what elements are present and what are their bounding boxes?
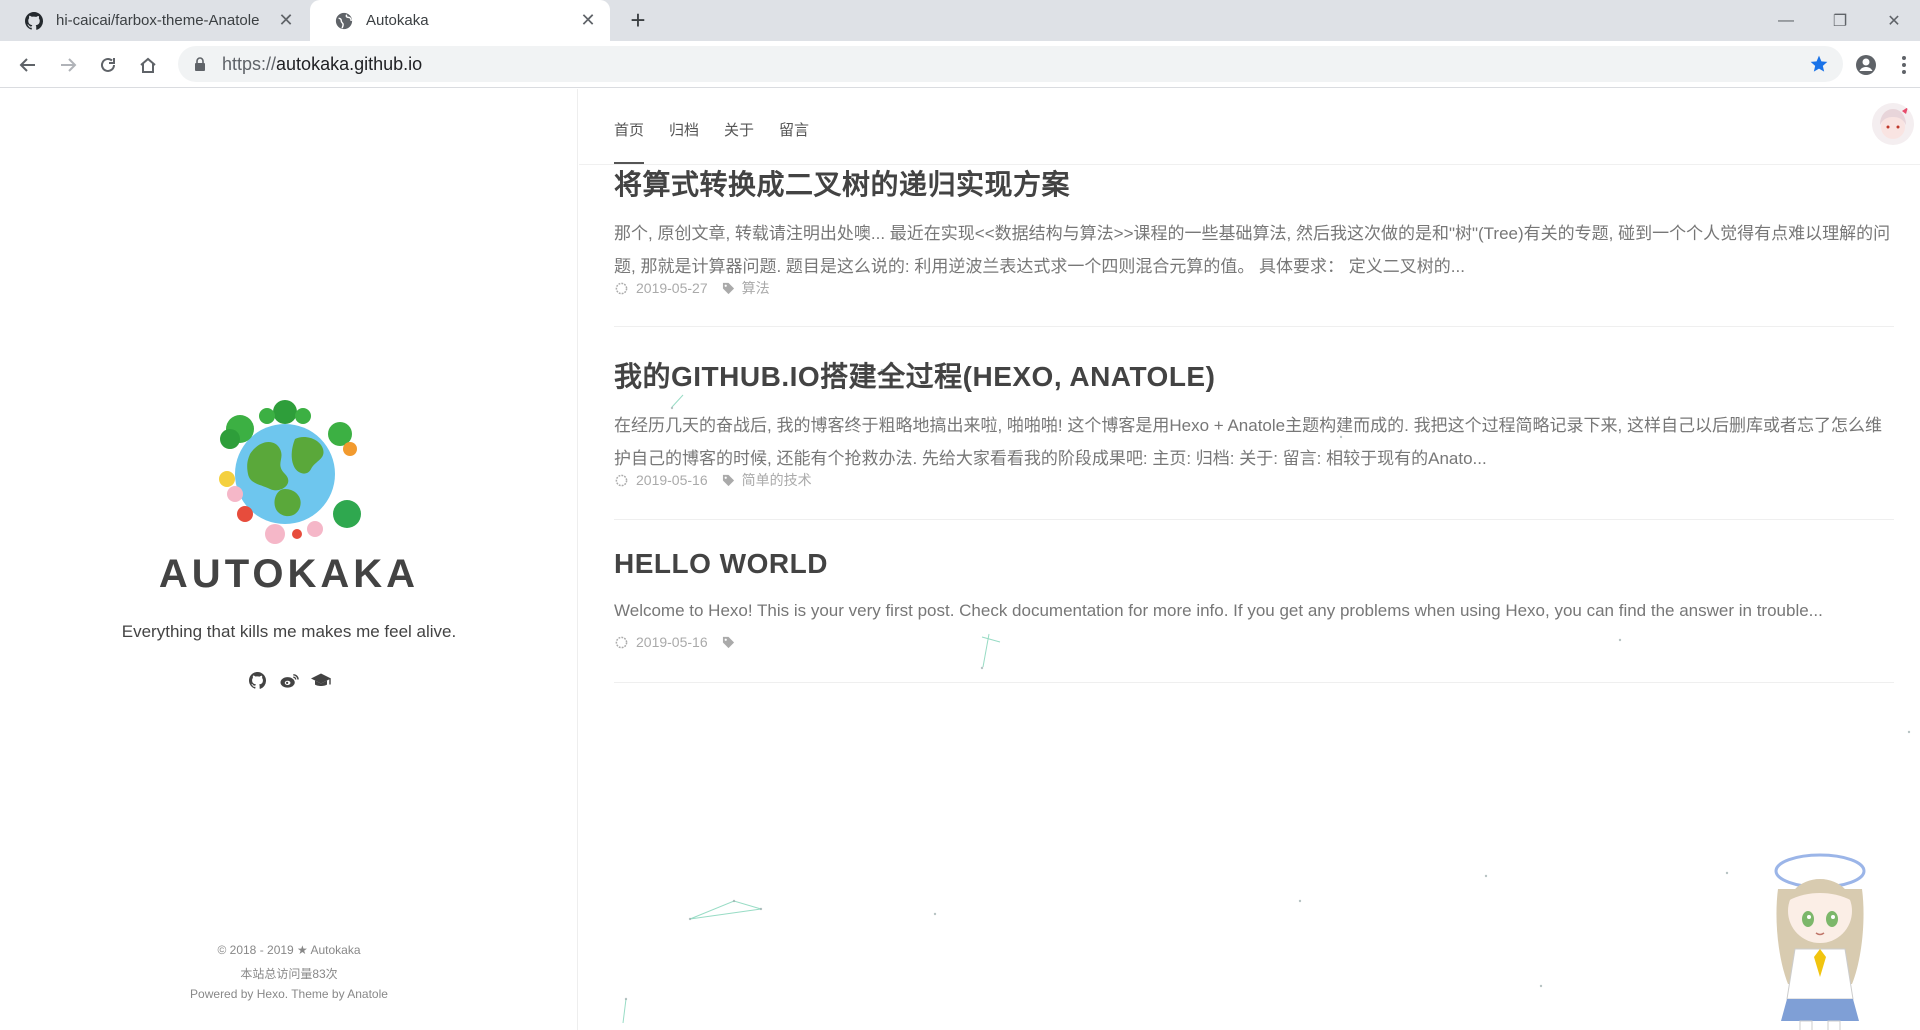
nav-item-about[interactable]: 关于 bbox=[724, 119, 754, 140]
avatar[interactable] bbox=[1872, 103, 1914, 145]
restore-icon[interactable]: ❐ bbox=[1812, 0, 1868, 41]
graduation-cap-icon[interactable] bbox=[310, 669, 332, 691]
site-title[interactable]: AUTOKAKA bbox=[0, 552, 578, 597]
browser-toolbar: https://autokaka.github.io bbox=[0, 41, 1920, 88]
forward-arrow-icon[interactable] bbox=[52, 49, 84, 81]
page-content: AUTOKAKA Everything that kills me makes … bbox=[0, 89, 1920, 1030]
address-bar[interactable]: https://autokaka.github.io bbox=[178, 46, 1843, 82]
url-text: https://autokaka.github.io bbox=[222, 53, 423, 74]
post-date: 2019-05-27 bbox=[636, 280, 708, 296]
post-meta: 2019-05-27 算法 bbox=[614, 278, 770, 298]
visit-counter: 本站总访问量83次 bbox=[240, 967, 338, 981]
post-tag[interactable]: 算法 bbox=[742, 278, 770, 298]
post-excerpt: 那个, 原创文章, 转载请注明出处噢... 最近在实现<<数据结构与算法>>课程… bbox=[614, 224, 1891, 276]
bookmark-star-icon[interactable] bbox=[1809, 54, 1829, 79]
tag-icon bbox=[722, 281, 736, 295]
mascot-character-image[interactable] bbox=[1760, 849, 1880, 1030]
sidebar: AUTOKAKA Everything that kills me makes … bbox=[0, 89, 578, 1030]
nav-item-archive[interactable]: 归档 bbox=[669, 119, 699, 140]
menu-dots-icon[interactable] bbox=[1888, 49, 1920, 81]
minimize-icon[interactable]: — bbox=[1758, 0, 1814, 41]
close-window-icon[interactable]: ✕ bbox=[1866, 0, 1920, 41]
weibo-icon[interactable] bbox=[278, 669, 300, 691]
post-title[interactable]: HELLO WORLD bbox=[614, 548, 1894, 580]
tab-github[interactable]: hi-caicai/farbox-theme-Anatole ✕ bbox=[0, 0, 308, 41]
github-icon[interactable] bbox=[246, 669, 268, 691]
post-item: HELLO WORLD Welcome to Hexo! This is you… bbox=[614, 548, 1894, 683]
close-icon[interactable]: ✕ bbox=[578, 10, 598, 31]
post-title[interactable]: 我的GITHUB.IO搭建全过程(HEXO, ANATOLE) bbox=[614, 355, 1894, 395]
tag-icon bbox=[722, 473, 736, 487]
browser-tab-bar: hi-caicai/farbox-theme-Anatole ✕ Autokak… bbox=[0, 0, 1920, 41]
tag-icon bbox=[722, 635, 736, 649]
post-date: 2019-05-16 bbox=[636, 472, 708, 488]
new-tab-button[interactable]: + bbox=[624, 6, 652, 34]
clock-icon bbox=[614, 635, 628, 649]
reload-icon[interactable] bbox=[92, 49, 124, 81]
post-meta: 2019-05-16 bbox=[614, 634, 742, 650]
post-excerpt: Welcome to Hexo! This is your very first… bbox=[614, 601, 1823, 620]
back-arrow-icon[interactable] bbox=[12, 49, 44, 81]
site-description: Everything that kills me makes me feel a… bbox=[121, 622, 457, 641]
tab-title: Autokaka bbox=[366, 12, 429, 29]
account-icon[interactable] bbox=[1850, 49, 1882, 81]
clock-icon bbox=[614, 473, 628, 487]
home-icon[interactable] bbox=[132, 49, 164, 81]
clock-icon bbox=[614, 281, 628, 295]
powered-by-text: Powered by Hexo. Theme by Anatole bbox=[190, 987, 388, 1001]
post-title[interactable]: 将算式转换成二叉树的递归实现方案 bbox=[614, 163, 1894, 203]
globe-avatar-image[interactable] bbox=[205, 394, 365, 549]
social-links bbox=[0, 669, 578, 691]
close-icon[interactable]: ✕ bbox=[276, 10, 296, 31]
post-date: 2019-05-16 bbox=[636, 634, 708, 650]
tab-title: hi-caicai/farbox-theme-Anatole bbox=[56, 12, 260, 29]
post-item: 将算式转换成二叉树的递归实现方案 那个, 原创文章, 转载请注明出处噢... 最… bbox=[614, 163, 1894, 327]
globe-icon bbox=[334, 11, 354, 31]
nav-item-guestbook[interactable]: 留言 bbox=[779, 119, 809, 140]
post-tag[interactable]: 简单的技术 bbox=[742, 470, 812, 490]
top-navigation: 首页 归档 关于 留言 bbox=[579, 89, 1920, 165]
copyright-text: © 2018 - 2019 ★ Autokaka bbox=[217, 943, 361, 957]
lock-icon[interactable] bbox=[192, 56, 208, 72]
github-icon bbox=[24, 11, 44, 31]
post-excerpt: 在经历几天的奋战后, 我的博客终于粗略地搞出来啦, 啪啪啪! 这个博客是用Hex… bbox=[614, 416, 1883, 468]
nav-item-home[interactable]: 首页 bbox=[614, 119, 644, 140]
post-meta: 2019-05-16 简单的技术 bbox=[614, 470, 812, 490]
tab-autokaka[interactable]: Autokaka ✕ bbox=[310, 0, 610, 41]
post-item: 我的GITHUB.IO搭建全过程(HEXO, ANATOLE) 在经历几天的奋战… bbox=[614, 355, 1894, 520]
main-content: 首页 归档 关于 留言 将算式转换成二叉树的递归实现方案 那个, 原创文章, 转… bbox=[579, 89, 1920, 1030]
